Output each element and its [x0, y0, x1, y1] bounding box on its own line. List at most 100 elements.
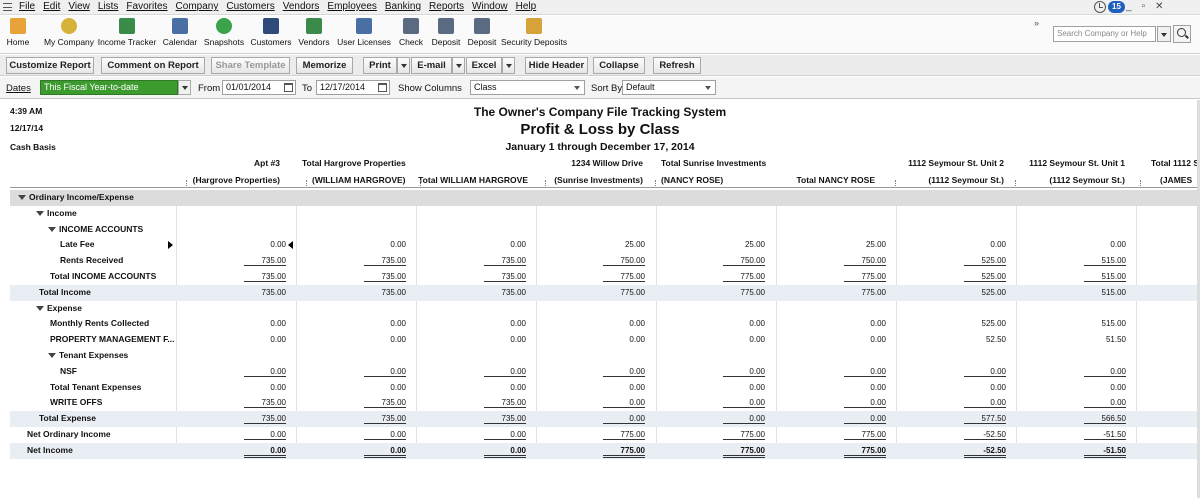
from-date-field[interactable]: 01/01/2014: [222, 80, 296, 95]
amount-cell[interactable]: 735.00: [364, 288, 406, 297]
amount-cell[interactable]: 0.00: [484, 335, 526, 344]
share-template-button[interactable]: Share Template: [211, 57, 290, 74]
column-resize-handle[interactable]: [306, 180, 307, 186]
amount-cell[interactable]: 775.00: [844, 430, 886, 440]
report-row[interactable]: Monthly Rents Collected 0.00 0.00 0.00 0.00 0…: [10, 316, 1200, 332]
report-row[interactable]: Expense: [10, 301, 1200, 317]
menu-vendors[interactable]: Vendors: [283, 1, 320, 12]
menu-help[interactable]: Help: [516, 1, 537, 12]
column-header-top[interactable]: Apt #3: [254, 158, 280, 168]
amount-cell[interactable]: 775.00: [723, 272, 765, 282]
column-header-bottom[interactable]: (NANCY ROSE): [661, 175, 723, 185]
amount-cell[interactable]: 25.00: [723, 240, 765, 249]
toolbar-my-company-button[interactable]: My Company: [44, 18, 94, 47]
report-row[interactable]: Net Ordinary Income 0.00 0.00 0.00 775.00 775…: [10, 427, 1200, 443]
amount-cell[interactable]: 0.00: [1084, 240, 1126, 249]
column-header-bottom[interactable]: (Hargrove Properties): [193, 175, 280, 185]
reminders[interactable]: 15: [1094, 1, 1125, 13]
amount-cell[interactable]: 750.00: [723, 256, 765, 267]
toolbar-calendar-button[interactable]: Calendar: [160, 18, 200, 47]
amount-cell[interactable]: 0.00: [844, 335, 886, 344]
column-header-top[interactable]: 1112 Seymour St. Unit 1: [1029, 158, 1125, 168]
toolbar-check-button[interactable]: Check: [391, 18, 431, 47]
amount-cell[interactable]: 0.00: [484, 319, 526, 328]
column-header-top[interactable]: 1112 Seymour St. Unit 2: [908, 158, 1004, 168]
amount-cell[interactable]: 775.00: [723, 288, 765, 297]
amount-cell[interactable]: 750.00: [603, 256, 645, 267]
hide-header-button[interactable]: Hide Header: [525, 57, 588, 74]
menu-edit[interactable]: Edit: [43, 1, 60, 12]
amount-cell[interactable]: 0.00: [723, 367, 765, 377]
menu-lists[interactable]: Lists: [98, 1, 119, 12]
amount-cell[interactable]: 0.00: [723, 383, 765, 392]
amount-cell[interactable]: 735.00: [364, 256, 406, 267]
excel-button[interactable]: Excel: [466, 57, 502, 74]
amount-cell[interactable]: 0.00: [964, 367, 1006, 377]
amount-cell[interactable]: 515.00: [1084, 288, 1126, 297]
report-row[interactable]: Ordinary Income/Expense: [10, 190, 1200, 206]
toolbar-deposit-button[interactable]: Deposit: [426, 18, 466, 47]
report-row[interactable]: Net Income 0.00 0.00 0.00 775.00 775.00 775.00…: [10, 442, 1200, 459]
amount-cell[interactable]: 735.00: [244, 414, 286, 425]
amount-cell[interactable]: 0.00: [844, 414, 886, 425]
amount-cell[interactable]: 525.00: [964, 272, 1006, 282]
amount-cell[interactable]: 0.00: [603, 398, 645, 409]
to-date-field[interactable]: 12/17/2014: [316, 80, 390, 95]
refresh-button[interactable]: Refresh: [653, 57, 701, 74]
column-header-bottom[interactable]: Total NANCY ROSE: [796, 175, 875, 185]
column-header-bottom[interactable]: (1112 Seymour St.): [928, 175, 1004, 185]
column-resize-handle[interactable]: [186, 180, 187, 186]
amount-cell[interactable]: 0.00: [244, 383, 286, 392]
amount-cell[interactable]: 0.00: [603, 414, 645, 425]
restore-icon[interactable]: ▫: [1142, 1, 1146, 12]
report-row[interactable]: NSF 0.00 0.00 0.00 0.00 0.00 0.00 0.00 0.00: [10, 364, 1200, 380]
column-resize-handle[interactable]: [895, 180, 896, 186]
amount-cell[interactable]: -51.50: [1084, 446, 1126, 458]
dates-select[interactable]: This Fiscal Year-to-date: [40, 80, 178, 95]
column-header-bottom[interactable]: Total WILLIAM HARGROVE: [418, 175, 528, 185]
amount-cell[interactable]: 735.00: [484, 256, 526, 267]
amount-cell[interactable]: 0.00: [964, 240, 1006, 249]
amount-cell[interactable]: 515.00: [1084, 319, 1126, 328]
amount-cell[interactable]: 525.00: [964, 288, 1006, 297]
amount-cell[interactable]: 735.00: [364, 272, 406, 282]
column-resize-handle[interactable]: [655, 180, 656, 186]
report-row[interactable]: WRITE OFFS 735.00 735.00 735.00 0.00 0.00 0.00…: [10, 395, 1200, 411]
more-toolbar-icon[interactable]: »: [1034, 18, 1039, 28]
toolbar-deposit-button[interactable]: Deposit: [462, 18, 502, 47]
amount-cell[interactable]: 0.00: [484, 430, 526, 440]
amount-cell[interactable]: 775.00: [723, 430, 765, 440]
amount-cell[interactable]: -52.50: [964, 446, 1006, 458]
amount-cell[interactable]: 566.50: [1084, 414, 1126, 425]
amount-cell[interactable]: 0.00: [964, 398, 1006, 409]
amount-cell[interactable]: 0.00: [484, 240, 526, 249]
amount-cell[interactable]: 0.00: [603, 383, 645, 392]
amount-cell[interactable]: 0.00: [1084, 398, 1126, 409]
amount-cell[interactable]: 775.00: [844, 272, 886, 282]
expand-collapse-icon[interactable]: [18, 195, 26, 200]
menu-customers[interactable]: Customers: [226, 1, 274, 12]
expand-collapse-icon[interactable]: [48, 353, 56, 358]
report-row[interactable]: Income: [10, 206, 1200, 222]
amount-cell[interactable]: 775.00: [603, 430, 645, 440]
excel-dropdown-icon[interactable]: [502, 57, 515, 74]
column-resize-handle[interactable]: [420, 180, 421, 186]
report-row[interactable]: Tenant Expenses: [10, 348, 1200, 364]
column-resize-handle[interactable]: [545, 180, 546, 186]
expand-collapse-icon[interactable]: [36, 210, 44, 216]
calendar-icon[interactable]: [378, 83, 387, 92]
email-button[interactable]: E-mail: [411, 57, 452, 74]
amount-cell[interactable]: 0.00: [244, 446, 286, 458]
amount-cell[interactable]: 0.00: [844, 383, 886, 392]
column-header-top[interactable]: Total Sunrise Investments: [661, 158, 766, 168]
minimize-icon[interactable]: _: [1126, 1, 1132, 12]
sort-by-select[interactable]: Default: [622, 80, 716, 95]
expand-collapse-icon[interactable]: [48, 226, 56, 232]
amount-cell[interactable]: 577.50: [964, 414, 1006, 425]
amount-cell[interactable]: 0.00: [603, 335, 645, 344]
report-row[interactable]: Total INCOME ACCOUNTS 735.00 735.00 735.00 7…: [10, 269, 1200, 285]
amount-cell[interactable]: 515.00: [1084, 256, 1126, 267]
amount-cell[interactable]: 0.00: [1084, 367, 1126, 377]
column-header-bottom[interactable]: (WILLIAM HARGROVE): [312, 175, 406, 185]
amount-cell[interactable]: 735.00: [484, 398, 526, 409]
